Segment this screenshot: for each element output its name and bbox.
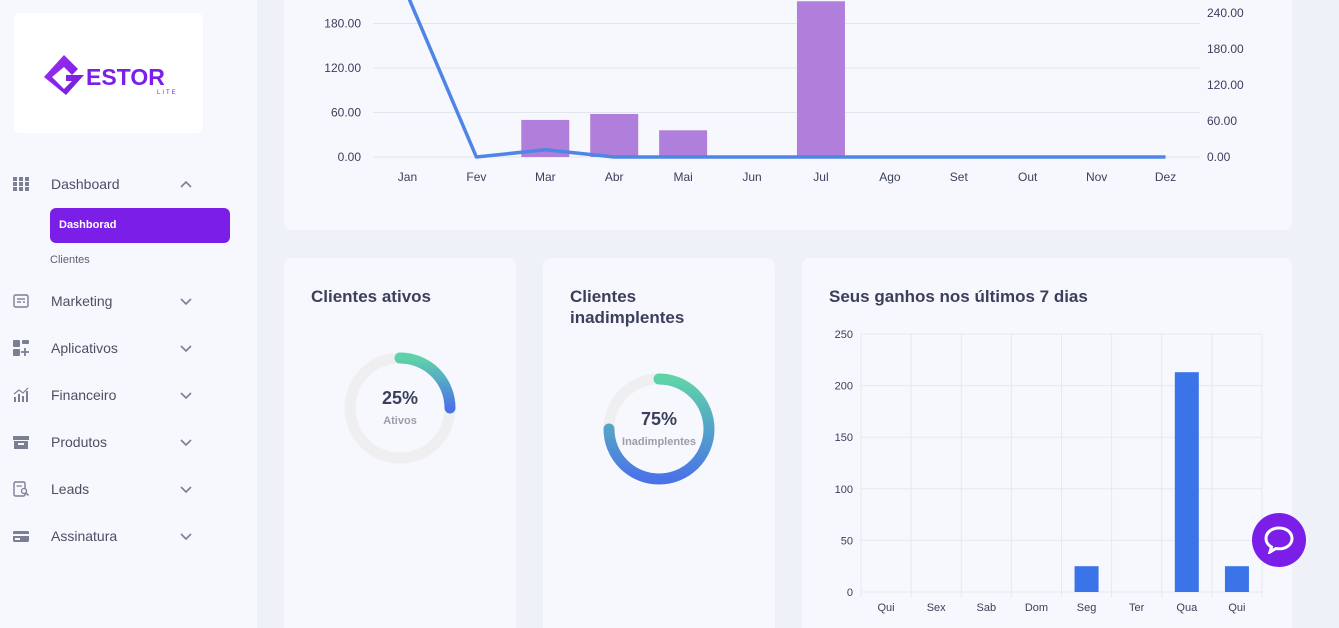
x-tick: Abr <box>605 170 624 184</box>
x-tick: Qua <box>1176 602 1198 614</box>
leads-icon <box>13 481 29 497</box>
x-tick: Seg <box>1077 602 1097 614</box>
x-tick: Jun <box>742 170 761 184</box>
chat-button[interactable] <box>1252 513 1306 567</box>
x-tick: Nov <box>1086 170 1107 184</box>
x-tick: Dom <box>1025 602 1048 614</box>
bar <box>1174 372 1199 592</box>
sidebar-item-aplicativos[interactable]: Aplicativos <box>0 333 257 363</box>
apps-icon <box>13 340 29 356</box>
bar <box>1224 566 1249 592</box>
card-title-line2: inadimplentes <box>570 308 685 327</box>
y-tick-right: 180.00 <box>1207 42 1244 56</box>
y-tick-left: 120.00 <box>324 61 361 75</box>
chevron-down-icon[interactable] <box>179 482 193 496</box>
x-tick: Sab <box>977 602 997 614</box>
x-tick: Mai <box>673 170 692 184</box>
sidebar-item-label: Aplicativos <box>51 340 118 356</box>
chevron-up-icon[interactable] <box>179 177 193 191</box>
card-title: Clientes inadimplentes <box>570 286 684 328</box>
logo-text: ESTOR <box>86 64 165 90</box>
chevron-down-icon[interactable] <box>179 341 193 355</box>
y-tick: 150 <box>835 432 853 444</box>
y-tick: 100 <box>835 484 853 496</box>
sidebar-item-label: Marketing <box>51 293 113 309</box>
sidebar-item-financeiro[interactable]: Financeiro <box>0 380 257 410</box>
logo-subtext: LITE <box>157 90 178 96</box>
sidebar-item-produtos[interactable]: Produtos <box>0 427 257 457</box>
weekly-chart: 0 50 100 150 200 250 Qui Sex Sab Dom Seg Ter Qua Qui <box>835 329 1263 614</box>
sidebar-item-label: Produtos <box>51 434 108 450</box>
y-tick-right: 0.00 <box>1207 150 1231 164</box>
x-tick: Sex <box>927 602 946 614</box>
newspaper-icon <box>13 294 29 308</box>
x-tick: Ago <box>879 170 901 184</box>
donut-value: 25% <box>381 388 419 408</box>
logo-mark-icon: ESTOR LITE <box>44 55 178 96</box>
box-icon <box>13 436 29 449</box>
card-title: Seus ganhos nos últimos 7 dias <box>829 287 1088 306</box>
y-tick: 50 <box>841 535 853 547</box>
chart-icon <box>13 387 29 402</box>
x-tick: Dez <box>1155 170 1176 184</box>
sidebar-subitem-dashboard[interactable]: Dashborad <box>50 208 230 243</box>
bar <box>1074 566 1099 592</box>
grid-icon <box>13 177 29 191</box>
x-tick: Qui <box>1228 602 1245 614</box>
sidebar-item-marketing[interactable]: Marketing <box>0 286 257 316</box>
donut-label: Inadimplentes <box>622 436 696 448</box>
inadimplentes-donut <box>603 373 715 485</box>
x-tick: Set <box>950 170 969 184</box>
ativos-donut <box>344 352 456 464</box>
clientes-ativos-card: Clientes ativos 25% Ativos <box>284 258 516 628</box>
y-tick-left: 60.00 <box>331 106 361 120</box>
sidebar-item-assinatura[interactable]: Assinatura <box>0 521 257 551</box>
card-title: Clientes ativos <box>311 287 431 306</box>
clientes-inadimplentes-card: Clientes inadimplentes 75% Inadimplentes <box>543 258 775 628</box>
chevron-down-icon[interactable] <box>179 529 193 543</box>
monthly-chart: 0.00 60.00 120.00 180.00 0.00 60.00 120.00 180.… <box>324 0 1244 184</box>
x-tick: Ter <box>1129 602 1145 614</box>
sidebar: ESTOR LITE Dashboard Dashborad Clientes … <box>0 0 257 628</box>
y-tick: 0 <box>847 587 853 599</box>
logo[interactable]: ESTOR LITE <box>14 13 203 133</box>
sidebar-item-dashboard[interactable]: Dashboard <box>0 169 257 199</box>
card-icon <box>13 531 29 542</box>
x-tick: Mar <box>535 170 556 184</box>
y-tick-left: 0.00 <box>338 150 362 164</box>
chevron-down-icon[interactable] <box>179 294 193 308</box>
sidebar-item-leads[interactable]: Leads <box>0 474 257 504</box>
x-tick: Out <box>1018 170 1038 184</box>
card-title-line1: Clientes <box>570 287 637 306</box>
y-tick-right: 60.00 <box>1207 114 1237 128</box>
monthly-chart-card: 0.00 60.00 120.00 180.00 0.00 60.00 120.00 180.… <box>284 0 1292 230</box>
donut-label: Ativos <box>383 415 417 427</box>
y-tick: 200 <box>835 381 853 393</box>
bar <box>590 113 639 157</box>
sidebar-subitem-clientes[interactable]: Clientes <box>50 254 90 266</box>
y-tick-left: 180.00 <box>324 17 361 31</box>
chevron-down-icon[interactable] <box>179 388 193 402</box>
bar <box>659 130 708 157</box>
x-tick: Jul <box>813 170 828 184</box>
sidebar-item-label: Dashboard <box>51 176 120 192</box>
sidebar-item-label: Assinatura <box>51 528 118 544</box>
x-tick: Fev <box>466 170 486 184</box>
ganhos-card: Seus ganhos nos últimos 7 dias 0 50 100 150… <box>802 258 1292 628</box>
y-tick-right: 240.00 <box>1207 6 1244 20</box>
sidebar-item-label: Leads <box>51 481 90 497</box>
x-tick: Jan <box>398 170 417 184</box>
chat-bubble-icon <box>1264 526 1294 554</box>
donut-value: 75% <box>640 409 678 429</box>
y-tick: 250 <box>835 329 853 341</box>
x-tick: Qui <box>878 602 895 614</box>
chevron-down-icon[interactable] <box>179 435 193 449</box>
sidebar-item-label: Financeiro <box>51 387 117 403</box>
y-tick-right: 120.00 <box>1207 78 1244 92</box>
bar <box>796 1 845 157</box>
